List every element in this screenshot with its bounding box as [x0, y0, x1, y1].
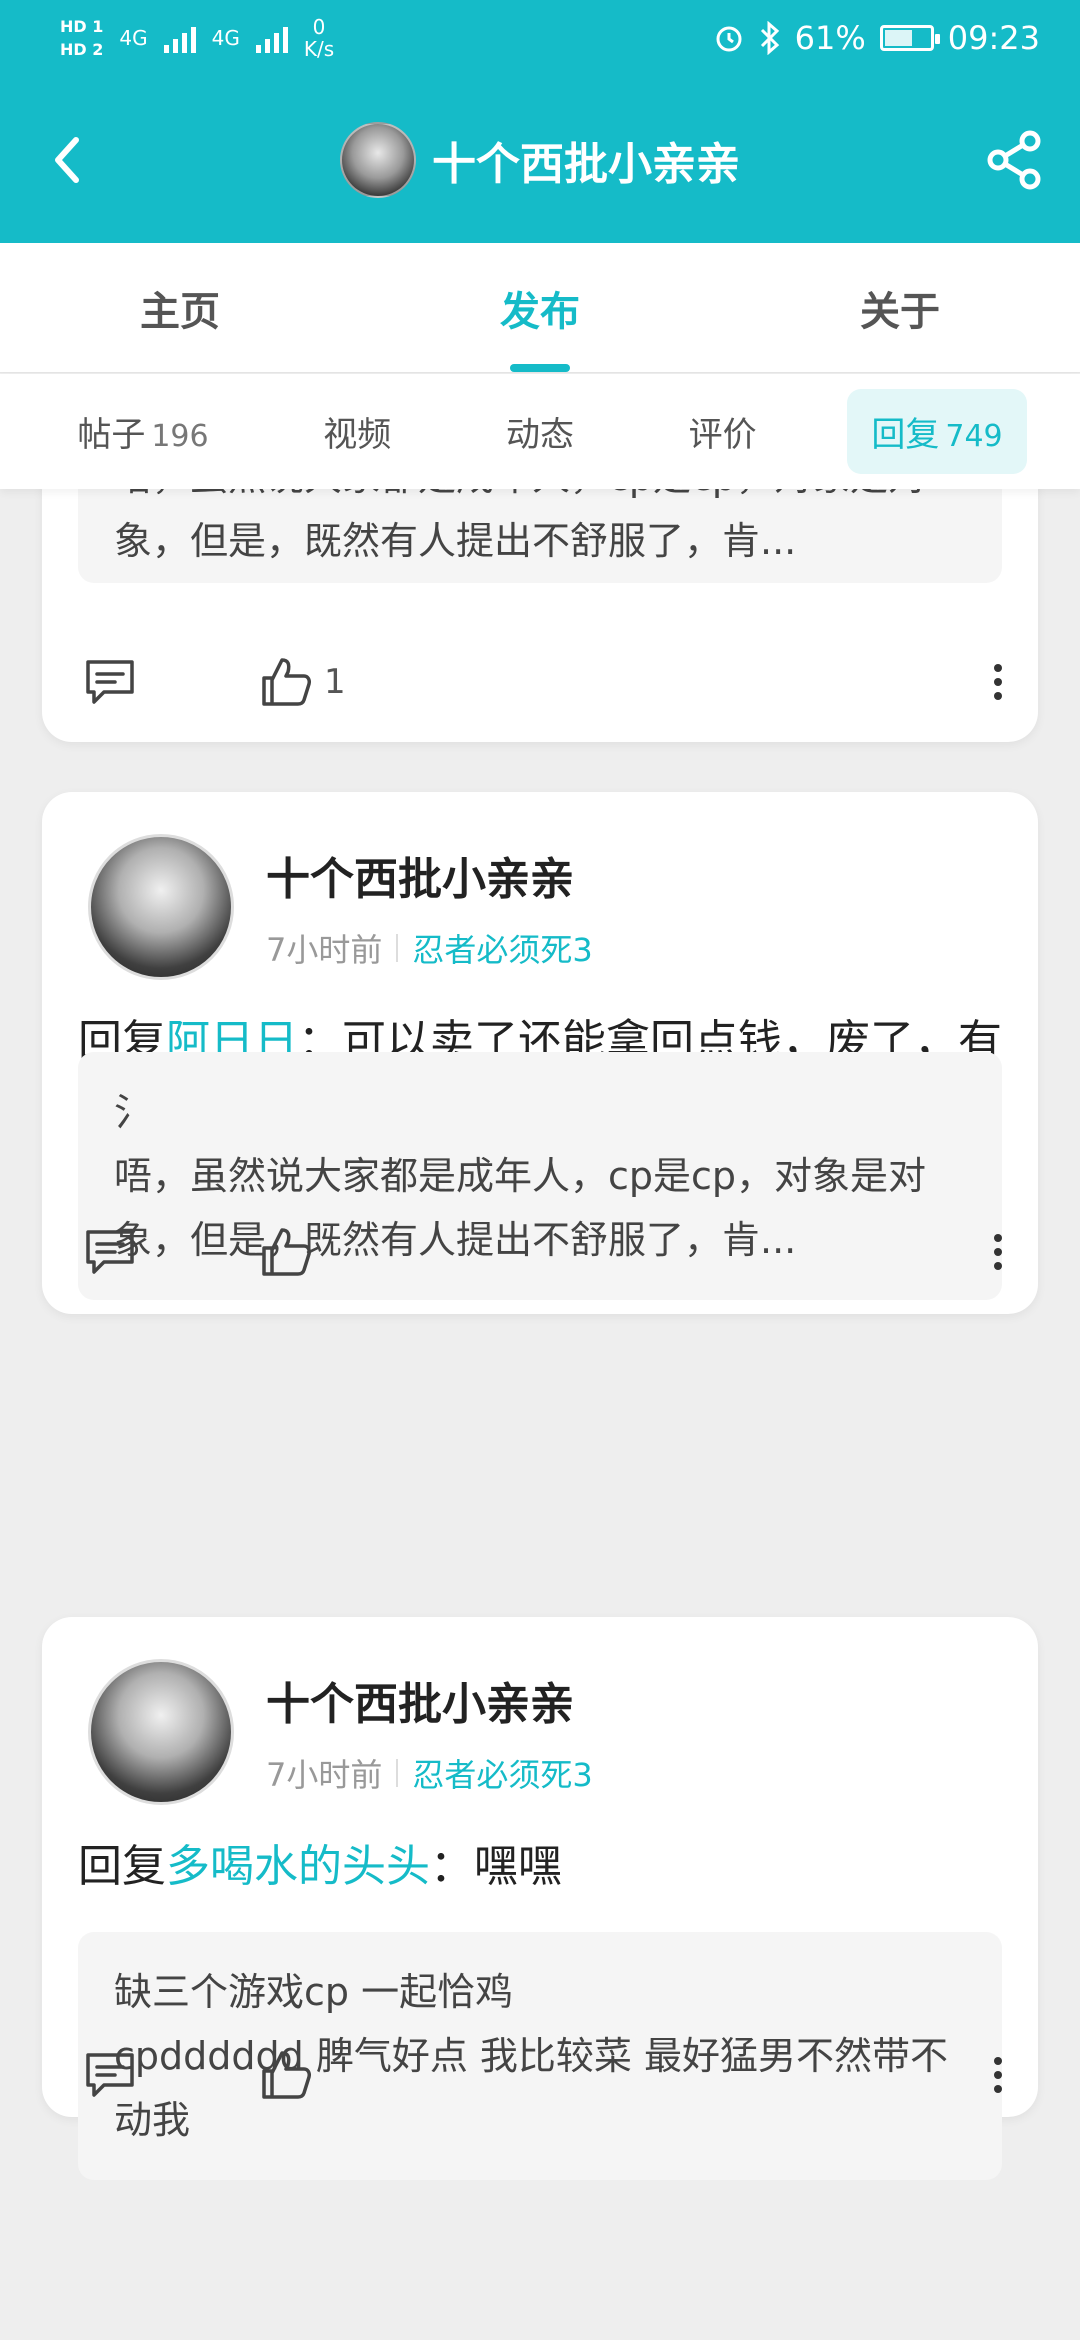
card-header: 十个西批小亲亲 7小时前 忍者必须死3: [88, 1659, 593, 1805]
game-link[interactable]: 忍者必须死3: [412, 925, 592, 971]
title-group: 十个西批小亲亲: [340, 122, 740, 198]
net-type-2: 4G: [211, 25, 240, 50]
battery-icon: [879, 24, 940, 51]
like-button[interactable]: 1: [258, 654, 346, 710]
net-speed-value: 0: [312, 14, 326, 39]
card-header: 十个西批小亲亲 7小时前 忍者必须死3: [88, 834, 593, 980]
page-title: 十个西批小亲亲: [432, 139, 740, 190]
subtab-posts-count: 196: [151, 419, 209, 454]
chevron-left-icon[interactable]: [40, 130, 100, 190]
subtab-moments-label: 动态: [505, 415, 574, 455]
like-button[interactable]: [258, 2047, 324, 2103]
username[interactable]: 十个西批小亲亲: [266, 843, 593, 907]
reply-card: 唔，虽然说大家都是成年人，cp是cp，对象是对象，但是，既然有人提出不舒服了，肯…: [42, 489, 1038, 742]
quoted-post[interactable]: 唔，虽然说大家都是成年人，cp是cp，对象是对象，但是，既然有人提出不舒服了，肯…: [78, 489, 1002, 583]
like-count: 1: [324, 662, 346, 702]
clock: 09:23: [947, 18, 1040, 57]
subtab-posts-label: 帖子: [77, 415, 146, 455]
subtab-posts[interactable]: 帖子 196: [53, 389, 232, 474]
tab-home[interactable]: 主页: [0, 243, 360, 372]
battery-fill: [884, 29, 912, 46]
net-type-1: 4G: [119, 25, 148, 50]
mention-link[interactable]: 多喝水的头头: [166, 1841, 430, 1892]
comment-icon[interactable]: [82, 654, 138, 710]
signal-icon-2: [255, 23, 288, 53]
net-speed: 0 K/s: [304, 16, 334, 60]
sub-tabs: 帖子 196 视频 动态 评价 回复 749: [0, 374, 1080, 489]
tab-publish[interactable]: 发布: [360, 243, 720, 372]
net-speed-unit: K/s: [303, 36, 335, 61]
title-bar: 十个西批小亲亲: [0, 90, 1080, 230]
reply-prefix: 回复: [78, 1841, 166, 1892]
more-vertical-icon[interactable]: [988, 654, 1008, 710]
reply-card: 十个西批小亲亲 7小时前 忍者必须死3 回复多喝水的头头：嘿嘿 缺三个游戏cp …: [42, 1617, 1038, 2180]
post-meta: 7小时前 忍者必须死3: [266, 1750, 593, 1796]
thumbs-up-icon: [262, 2051, 311, 2099]
comment-icon[interactable]: [82, 1224, 138, 1280]
post-time: 7小时前: [266, 1756, 383, 1794]
avatar[interactable]: [88, 834, 234, 980]
card-actions: 1: [82, 654, 1008, 710]
reply-content: 回复多喝水的头头：嘿嘿: [78, 1835, 1008, 1899]
signal-icon: [163, 23, 196, 53]
card-actions: [82, 1224, 1008, 1280]
reply-feed[interactable]: 唔，虽然说大家都是成年人，cp是cp，对象是对象，但是，既然有人提出不舒服了，肯…: [0, 489, 1080, 2340]
username[interactable]: 十个西批小亲亲: [266, 1668, 593, 1732]
thumbs-up-icon: [262, 658, 311, 706]
post-meta: 7小时前 忍者必须死3: [266, 925, 593, 971]
subtab-moments[interactable]: 动态: [482, 389, 598, 474]
subtab-replies-label: 回复: [871, 415, 940, 455]
battery-percent: 61%: [794, 18, 866, 57]
subtab-replies[interactable]: 回复 749: [847, 389, 1027, 474]
thumbs-up-icon: [262, 1228, 311, 1276]
more-vertical-icon[interactable]: [988, 1224, 1008, 1280]
meta-divider: [396, 934, 399, 962]
post-time: 7小时前: [266, 931, 383, 969]
quoted-post-title: 缺三个游戏cp 一起恰鸡: [114, 1970, 514, 2014]
share-icon[interactable]: [980, 125, 1050, 195]
quoted-post-title: 氵: [114, 1090, 153, 1134]
like-button[interactable]: [258, 1224, 324, 1280]
hd-badges: HD 1 HD 2: [60, 17, 103, 59]
meta-divider: [396, 1759, 399, 1787]
subtab-videos-label: 视频: [323, 415, 392, 455]
header-avatar[interactable]: [340, 122, 416, 198]
card-actions: [82, 2047, 1008, 2103]
user-meta: 十个西批小亲亲 7小时前 忍者必须死3: [266, 843, 593, 971]
hd1-badge: HD 1: [60, 16, 104, 36]
status-left: HD 1 HD 2 4G 4G 0 K/s: [60, 16, 334, 60]
subtab-replies-count: 749: [945, 419, 1003, 454]
user-meta: 十个西批小亲亲 7小时前 忍者必须死3: [266, 1668, 593, 1796]
game-link[interactable]: 忍者必须死3: [412, 1750, 592, 1796]
subtab-videos[interactable]: 视频: [299, 389, 415, 474]
hd2-badge: HD 2: [60, 39, 104, 59]
quoted-post-body: 唔，虽然说大家都是成年人，cp是cp，对象是对象，但是，既然有人提出不舒服了，肯…: [114, 489, 926, 563]
subtab-reviews[interactable]: 评价: [665, 389, 781, 474]
status-right: 61% 09:23: [713, 19, 1040, 57]
status-bar: HD 1 HD 2 4G 4G 0 K/s 61% 09:23: [0, 0, 1080, 75]
bluetooth-icon: [760, 20, 779, 55]
subtab-reviews-label: 评价: [688, 415, 757, 455]
alarm-icon: [716, 26, 742, 51]
more-vertical-icon[interactable]: [988, 2047, 1008, 2103]
avatar[interactable]: [88, 1659, 234, 1805]
main-tabs: 主页 发布 关于: [0, 243, 1080, 373]
comment-icon[interactable]: [82, 2047, 138, 2103]
reply-card: 十个西批小亲亲 7小时前 忍者必须死3 回复阿日日：可以卖了还能拿回点钱，废了，…: [42, 792, 1038, 1314]
reply-body: ：嘿嘿: [430, 1841, 562, 1892]
app-header: HD 1 HD 2 4G 4G 0 K/s 61% 09:23 十个西批小亲亲: [0, 0, 1080, 243]
tab-about[interactable]: 关于: [720, 243, 1080, 372]
